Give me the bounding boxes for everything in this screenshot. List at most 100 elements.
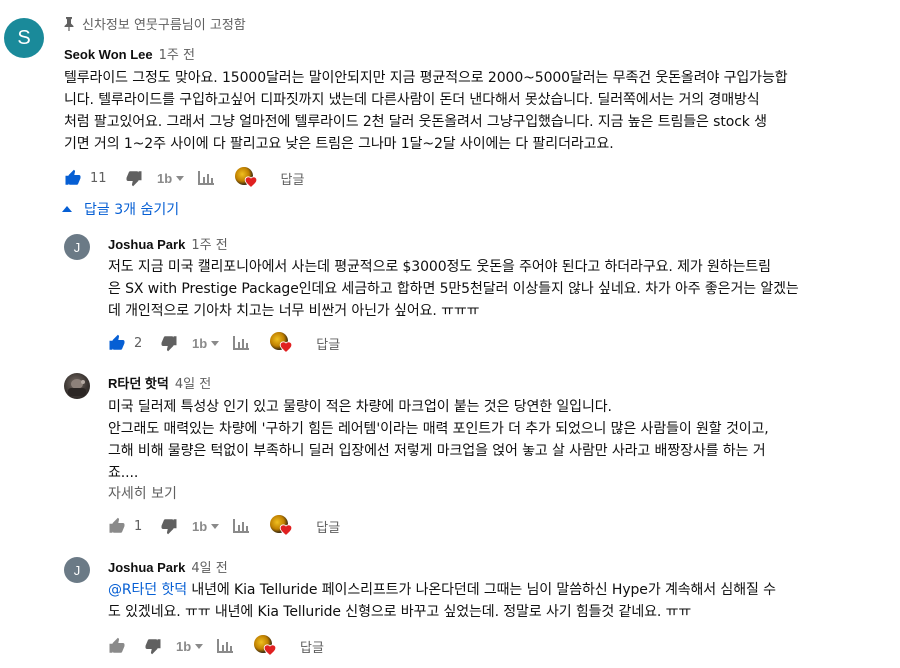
comment-line: 기면 거의 1~2주 사이에 다 팔리고요 낮은 트림은 그나마 1달~2달 사…	[64, 136, 614, 152]
comment-line: 처럼 팔고있어요. 그래서 그냥 얼마전에 텔루라이드 2천 달러 웃돈올려서 …	[64, 114, 767, 130]
reply-line: 저도 지금 미국 캘리포니아에서 사는데 평균적으로 $3000정도 웃돈을 주…	[108, 259, 771, 275]
translate-icon: 1b	[157, 171, 184, 186]
creator-heart[interactable]	[234, 167, 261, 189]
dislike-button[interactable]	[160, 334, 178, 352]
comment-text: 텔루라이드 그정도 맞아요. 15000달러는 말이안되지만 지금 평균적으로 …	[64, 67, 894, 155]
creator-heart[interactable]	[270, 332, 296, 354]
bar-chart-icon	[233, 519, 250, 533]
reply-line: 그해 비해 물량은 턱없이 부족하니 딜러 입장에선 저렇게 마크업을 얹어 놓…	[108, 443, 766, 459]
creator-heart[interactable]	[254, 635, 280, 657]
creator-heart[interactable]	[270, 515, 296, 537]
like-count: 2	[134, 335, 143, 351]
reply-line: 죠....	[108, 465, 139, 481]
translate-button[interactable]: 1b	[176, 638, 206, 654]
reply-time[interactable]: 4일 전	[191, 557, 227, 576]
reply-button[interactable]: 답글	[316, 334, 340, 353]
bar-chart-icon	[197, 171, 214, 185]
reply-header: Joshua Park 1주 전	[108, 234, 228, 253]
avatar-letter: J	[73, 562, 81, 578]
like-count: 1	[134, 518, 143, 534]
thumbs-up-icon	[109, 517, 125, 533]
mention-link[interactable]: @R타던 핫덕	[108, 582, 187, 598]
reply-line: 도 있겠네요. ㅠㅠ 내년에 Kia Telluride 신형으로 바꾸고 싶었…	[108, 604, 692, 620]
reply-avatar[interactable]: J	[64, 557, 90, 583]
author-name[interactable]: Seok Won Lee	[64, 47, 153, 62]
svg-text:1b: 1b	[192, 519, 207, 534]
thumbs-up-icon	[65, 169, 81, 185]
translate-icon: 1b	[176, 639, 203, 654]
reply-time[interactable]: 1주 전	[191, 234, 227, 253]
comment-avatar[interactable]: S	[4, 18, 44, 58]
heart-icon	[280, 341, 293, 354]
reply-text: 저도 지금 미국 캘리포니아에서 사는데 평균적으로 $3000정도 웃돈을 주…	[108, 256, 894, 322]
translate-icon: 1b	[192, 336, 220, 351]
reply-line: 안그래도 매력있는 차량에 '구하기 힘든 레어템'이라는 매력 포인트가 더 …	[108, 421, 769, 437]
reply-line: @R타던 핫덕 내년에 Kia Telluride 페이스리프트가 나온다던데 …	[108, 579, 894, 601]
thumbs-up-icon	[109, 637, 125, 653]
reply-actions: 1 1b 답글	[108, 514, 340, 538]
comment-line: 니다. 텔루라이드를 구입하고싶어 디파짓까지 냈는데 다른사람이 돈더 낸다해…	[64, 92, 760, 108]
reply-button[interactable]: 답글	[281, 169, 305, 188]
comment-actions: 11 1b 답글	[64, 166, 304, 190]
reply-actions: 1b 답글	[108, 634, 324, 658]
translate-button[interactable]: 1b	[192, 335, 222, 351]
translate-button[interactable]: 1b	[192, 518, 222, 534]
chevron-up-icon	[62, 206, 72, 212]
svg-text:1b: 1b	[192, 336, 207, 351]
comment-line: 텔루라이드 그정도 맞아요. 15000달러는 말이안되지만 지금 평균적으로 …	[64, 70, 788, 86]
thumbs-up-icon	[109, 334, 125, 350]
like-button[interactable]	[108, 637, 126, 655]
comment-header: Seok Won Lee 1주 전	[64, 44, 195, 63]
thumbs-down-icon	[126, 171, 142, 187]
reply-button[interactable]: 답글	[316, 517, 340, 536]
svg-text:1b: 1b	[157, 171, 172, 186]
translate-button[interactable]: 1b	[157, 170, 187, 186]
reply-avatar[interactable]: J	[64, 234, 90, 260]
hide-replies-toggle[interactable]: 답글 3개 숨기기	[62, 199, 179, 219]
translate-icon: 1b	[192, 519, 220, 534]
reply-time[interactable]: 4일 전	[175, 373, 211, 392]
reply-line-rest: 내년에 Kia Telluride 페이스리프트가 나온다던데 그때는 님이 말…	[187, 582, 776, 598]
like-count: 11	[90, 170, 107, 186]
reply-avatar[interactable]	[64, 373, 90, 399]
like-button[interactable]: 1	[108, 517, 142, 535]
heart-icon	[280, 524, 293, 537]
bar-chart-icon	[217, 639, 233, 653]
dislike-button[interactable]	[160, 517, 178, 535]
reply-actions: 2 1b 답글	[108, 331, 340, 355]
heart-icon	[244, 176, 257, 189]
author-name[interactable]: R타던 핫덕	[108, 373, 169, 392]
heart-icon	[263, 644, 277, 657]
reply-text: @R타던 핫덕 내년에 Kia Telluride 페이스리프트가 나온다던데 …	[108, 579, 894, 623]
like-button[interactable]: 2	[108, 334, 142, 352]
hide-replies-label: 답글 3개 숨기기	[84, 202, 180, 218]
stats-button[interactable]	[232, 518, 250, 534]
reply-text: 미국 딜러제 특성상 인기 있고 물량이 적은 차량에 마크업이 붙는 것은 당…	[108, 396, 894, 484]
reply-line: 은 SX with Prestige Package인데요 세금하고 합하면 5…	[108, 281, 799, 297]
reply-line: 데 개인적으로 기아차 치고는 너무 비싼거 아닌가 싶어요. ㅠㅠㅠ	[108, 303, 480, 319]
author-name[interactable]: Joshua Park	[108, 560, 185, 575]
stats-button[interactable]	[197, 170, 215, 186]
avatar-letter: J	[73, 239, 81, 255]
pin-icon	[64, 16, 74, 31]
thumbs-down-icon	[161, 336, 177, 352]
avatar-letter: S	[17, 26, 31, 49]
reply-button[interactable]: 답글	[300, 637, 324, 656]
read-more-link[interactable]: 자세히 보기	[108, 483, 177, 503]
pinned-badge: 신차정보 연뭇구름님이 고정함	[64, 14, 246, 33]
dislike-button[interactable]	[125, 169, 143, 187]
stats-button[interactable]	[216, 638, 234, 654]
like-button[interactable]: 11	[64, 169, 107, 187]
thumbs-down-icon	[161, 519, 177, 535]
avatar-photo-icon	[68, 379, 86, 396]
stats-button[interactable]	[232, 335, 250, 351]
bar-chart-icon	[233, 336, 250, 350]
reply-line: 미국 딜러제 특성상 인기 있고 물량이 적은 차량에 마크업이 붙는 것은 당…	[108, 399, 612, 415]
svg-text:1b: 1b	[176, 639, 191, 654]
reply-header: Joshua Park 4일 전	[108, 557, 228, 576]
pinned-label: 신차정보 연뭇구름님이 고정함	[82, 18, 246, 33]
comment-time[interactable]: 1주 전	[159, 44, 195, 63]
author-name[interactable]: Joshua Park	[108, 237, 185, 252]
reply-header: R타던 핫덕 4일 전	[108, 373, 211, 392]
dislike-button[interactable]	[144, 637, 162, 655]
